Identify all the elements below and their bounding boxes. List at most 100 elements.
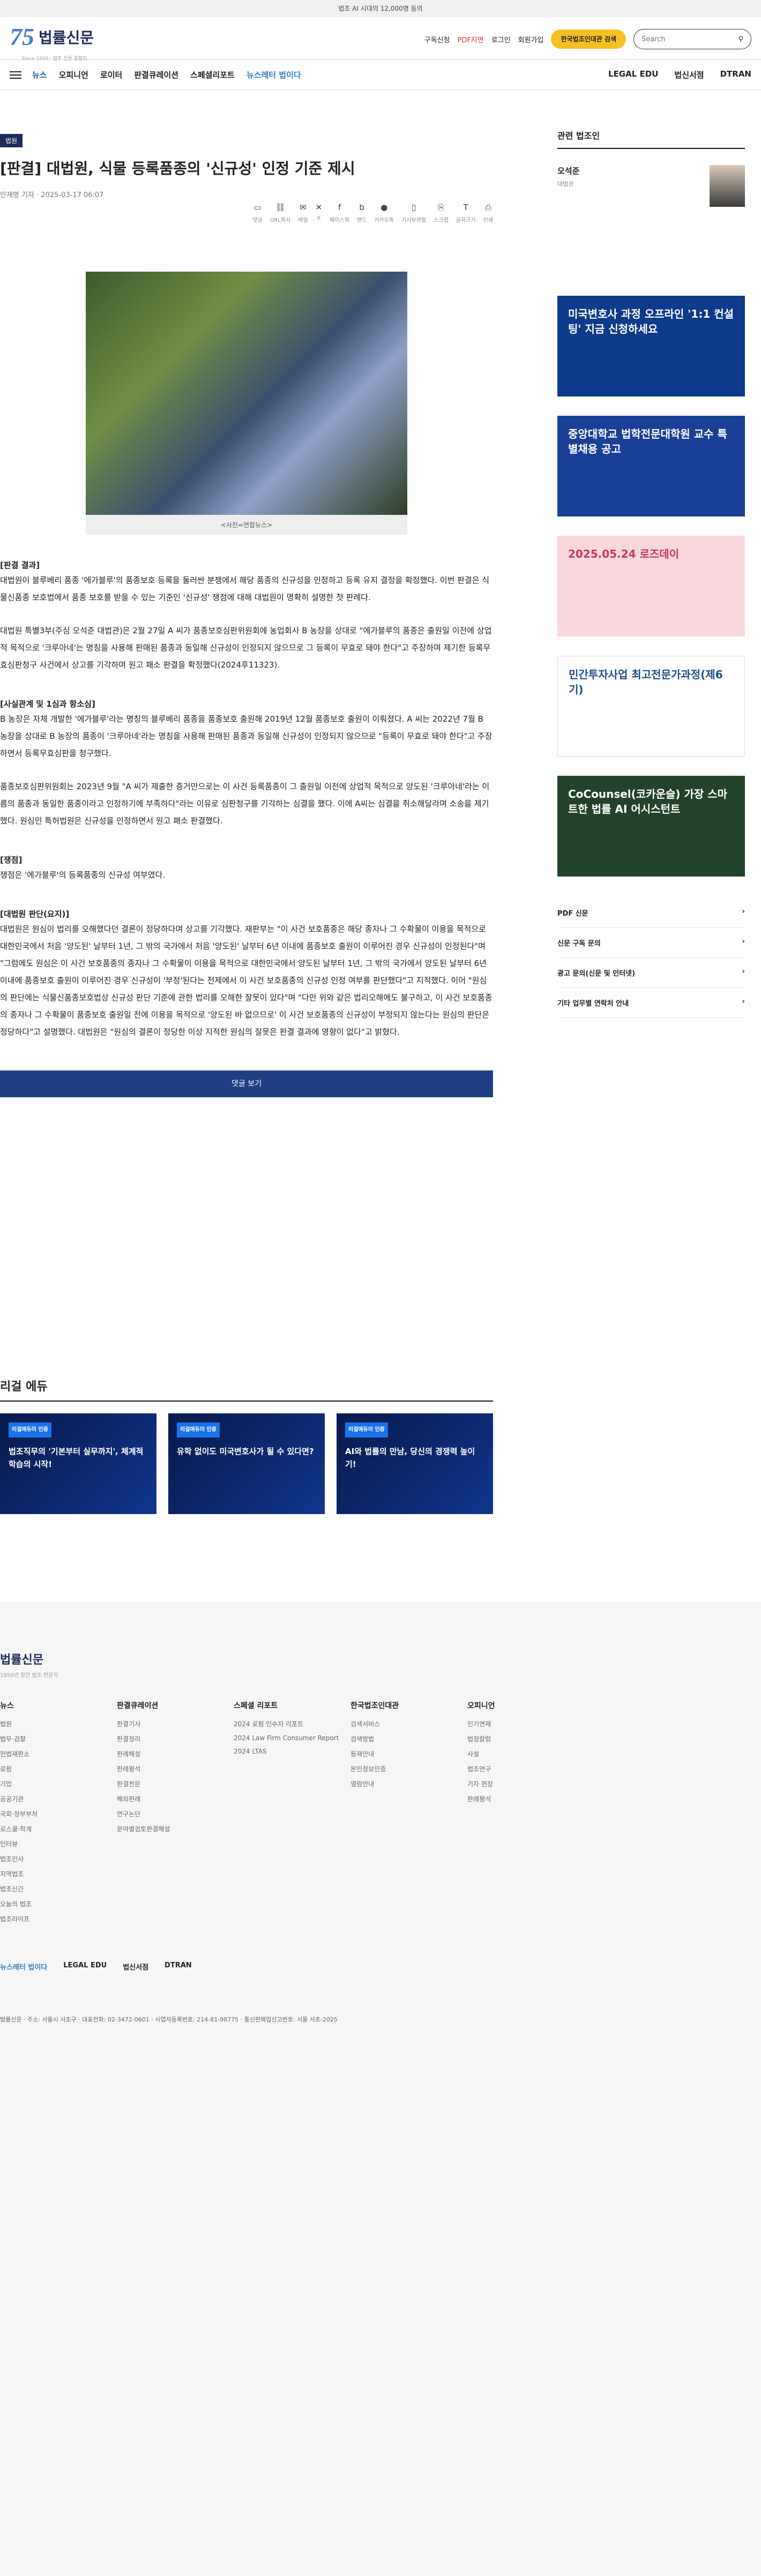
logo-text: 법률신문 [39, 28, 94, 47]
url-copy-tool[interactable]: ⛓ URL복사 [270, 203, 290, 223]
dtran-footer-link[interactable]: DTRAN [165, 1961, 192, 1972]
kakao-tool[interactable]: ● 카카오톡 [374, 203, 394, 223]
search-input[interactable] [641, 35, 727, 43]
banner-roseday[interactable]: 2025.05.24 로즈데이 [557, 536, 745, 636]
paragraph: B 농장은 자체 개발한 '에가블루'라는 명칭의 블루베리 품종을 품종보호 … [0, 714, 493, 758]
site-footer: 법률신문 1950년 창간 법조 전문지 뉴스 법원 법무·검찰 헌법재판소 로… [0, 1602, 761, 2576]
legal-edu-section: 리걸 에듀 리걸에듀이 인증 법조직무의 '기본부터 실무까지', 체계적 학습의… [0, 1377, 493, 1514]
comment-button[interactable]: 댓글 보기 [0, 1070, 493, 1097]
chevron-right-icon: › [742, 908, 745, 916]
nav-judgment[interactable]: 판결큐레이션 [134, 69, 178, 80]
banner-cocounsel[interactable]: CoCounsel(코카운슬) 가장 스마트한 법률 AI 어시스턴트 [557, 776, 745, 877]
link-contacts[interactable]: 기타 업무별 연락처 안내 › [557, 988, 745, 1018]
top-notice-bar[interactable]: 법조 AI 시대의 12,000명 동의 [0, 0, 761, 17]
print-tool[interactable]: ⎙ 인쇄 [483, 203, 493, 223]
print-icon: ⎙ [484, 203, 491, 212]
login-link[interactable]: 로그인 [491, 34, 511, 44]
nav-reuters[interactable]: 로이터 [100, 69, 122, 80]
edu-card[interactable]: 리걸에듀이 인증 AI와 법률의 만남, 당신의 경쟁력 높이기! [337, 1413, 493, 1514]
bookmark-tool[interactable]: ▯ 기사보관함 [401, 203, 426, 223]
chevron-right-icon: › [742, 968, 745, 976]
section-heading: [판결 결과] [0, 560, 40, 570]
nav-opinion[interactable]: 오피니언 [59, 69, 88, 80]
sidebar: 관련 법조인 오석준 대법관 미국변호사 과정 오프라인 '1:1 컨설팅' 지… [557, 129, 745, 1018]
facebook-icon: f [338, 203, 341, 212]
paragraph: 대법원이 블루베리 품종 '에가블루'의 품종보호 등록을 둘러싼 분쟁에서 해… [0, 575, 490, 602]
main-nav: 뉴스 오피니언 로이터 판결큐레이션 스페셜리포트 뉴스레터 법이다 LEGAL… [0, 60, 761, 90]
link-pdf[interactable]: PDF 신문 › [557, 898, 745, 928]
link-subscription[interactable]: 신문 구독 문의 › [557, 928, 745, 958]
search-box[interactable]: ⚲ [633, 29, 751, 49]
footer-col-news: 뉴스 법원 법무·검찰 헌법재판소 로펌 기업 공공기관 국회·정부부처 로스쿨… [0, 1702, 38, 1923]
edu-title: 리걸 에듀 [0, 1377, 493, 1402]
newsletter-footer-link[interactable]: 뉴스레터 법이다 [0, 1961, 47, 1972]
footer-col-opinion: 오피니언 인기연재 법정칼럼 사설 법조연구 기자 현장 판례평석 [467, 1702, 495, 1803]
notice-text[interactable]: 법조 AI 시대의 12,000명 동의 [338, 5, 422, 12]
edu-card[interactable]: 리걸에듀이 인증 유학 없이도 미국변호사가 될 수 있다면? [168, 1413, 325, 1514]
search-icon[interactable]: ⚲ [738, 35, 743, 43]
header-actions: 구독신청 PDF지면 로그인 회원가입 한국법조인대관 검색 ⚲ [424, 29, 751, 49]
author-card[interactable]: 오석준 대법관 [557, 165, 745, 207]
section-heading: [사실관계 및 1심과 항소심] [0, 699, 95, 709]
bookmark-icon: ▯ [412, 203, 416, 212]
dtran-link[interactable]: DTRAN [720, 69, 751, 80]
author-photo[interactable] [710, 165, 745, 207]
x-icon: ✕ [315, 203, 323, 212]
paragraph: 대법원은 원심이 법리를 오해했다던 결론이 정당하다며 상고를 기각했다. 재… [0, 924, 493, 1037]
scrap-tool[interactable]: ⎘ 스크랩 [434, 203, 449, 223]
font-size-icon: T [463, 203, 468, 212]
article-photo [86, 272, 407, 515]
facebook-tool[interactable]: f 페이스북 [330, 203, 349, 223]
x-tool[interactable]: ✕ X [316, 203, 323, 223]
nav-news[interactable]: 뉴스 [32, 69, 47, 80]
banner-chungang[interactable]: 중앙대학교 법학전문대학원 교수 특별채용 공고 [557, 416, 745, 516]
footer-bottom-links: 뉴스레터 법이다 LEGAL EDU 법신서점 DTRAN [0, 1961, 761, 1972]
pdf-link[interactable]: PDF지면 [457, 34, 483, 44]
footer-col-special: 스페셜 리포트 2024 로펌 인수자 리포트 2024 Law Firm Co… [234, 1702, 339, 1755]
photo-caption: <사진=연합뉴스> [86, 515, 407, 535]
join-link[interactable]: 회원가입 [518, 34, 544, 44]
scrap-icon: ⎘ [437, 203, 444, 212]
font-size-tool[interactable]: T 글자크기 [456, 203, 476, 223]
comment-icon: ▭ [253, 203, 262, 212]
category-badge[interactable]: 법원 [0, 134, 23, 147]
article-toolbar: ▭ 댓글 ⛓ URL복사 ✉ 메일 ✕ X f 페이스북 b 밴드 ● 카카오톡 ▯ 기사보관함… [0, 203, 494, 223]
menu-icon[interactable] [10, 69, 21, 81]
legaledu-footer-link[interactable]: LEGAL EDU [63, 1961, 107, 1972]
footer-col-directory: 한국법조인대관 검색서비스 검색방법 등재안내 본인정보인증 열람안내 [350, 1702, 399, 1788]
footer-columns: 뉴스 법원 법무·검찰 헌법재판소 로펌 기업 공공기관 국회·정부부처 로스쿨… [0, 1700, 761, 1929]
bookstore-footer-link[interactable]: 법신서점 [123, 1961, 148, 1972]
section-heading: [대법원 판단(요지)] [0, 909, 70, 919]
link-ads[interactable]: 광고 문의(신문 및 인터넷) › [557, 958, 745, 988]
subscribe-link[interactable]: 구독신청 [424, 34, 450, 44]
paragraph: 품종보호심판위원회는 2023년 9월 "A 씨가 제출한 증거만으로는 이 사… [0, 782, 490, 826]
kakao-icon: ● [380, 203, 388, 212]
legaledu-link[interactable]: LEGAL EDU [608, 69, 658, 80]
band-tool[interactable]: b 밴드 [357, 203, 367, 223]
chevron-right-icon: › [742, 998, 745, 1006]
banner-ppp[interactable]: 민간투자사업 최고전문가과정(제6기) [557, 656, 745, 757]
edu-card[interactable]: 리걸에듀이 인증 법조직무의 '기본부터 실무까지', 체계적 학습의 시작! [0, 1413, 156, 1514]
banner-us-lawyer[interactable]: 미국변호사 과정 오프라인 '1:1 컨설팅' 지금 신청하세요 [557, 296, 745, 396]
section-heading: [쟁점] [0, 855, 23, 865]
footer-sub: 1950년 창간 법조 전문지 [0, 1673, 58, 1679]
related-title: 관련 법조인 [557, 129, 745, 149]
article-title: [판결] 대법원, 식물 등록품종의 '신규성' 인정 기준 제시 [0, 160, 355, 177]
nav-special[interactable]: 스페셜리포트 [190, 69, 235, 80]
footer-col-judgment: 판결큐레이션 판결기사 판결정리 판례해설 판례평석 판결전문 해외판례 연구논… [117, 1702, 170, 1833]
logo-mark: 75 [10, 23, 34, 50]
article: 법원 [판결] 대법원, 식물 등록품종의 '신규성' 인정 기준 제시 안재명… [0, 91, 493, 1097]
site-logo[interactable]: 75 법률신문 Since 1950 · 법조 전문 종합지 [10, 23, 94, 62]
footer-logo[interactable]: 법률신문 [0, 1602, 761, 1667]
article-meta: 안재명 기자 · 2025-03-17 06:07 [0, 191, 104, 199]
link-icon: ⛓ [275, 203, 286, 212]
premium-button[interactable]: 한국법조인대관 검색 [551, 29, 626, 49]
paragraph: 대법원 특별3부(주심 오석준 대법관)은 2월 27일 A 씨가 품종보호심판… [0, 626, 492, 670]
comment-tool[interactable]: ▭ 댓글 [253, 203, 263, 223]
author-name[interactable]: 오석준 [557, 165, 579, 176]
bookstore-link[interactable]: 법신서점 [674, 69, 704, 80]
mail-icon: ✉ [300, 203, 307, 212]
nav-newsletter[interactable]: 뉴스레터 법이다 [247, 69, 301, 80]
paragraph: 쟁점은 '에가블루'의 등록품종의 신규성 여부였다. [0, 870, 166, 880]
mail-tool[interactable]: ✉ 메일 [298, 203, 308, 223]
